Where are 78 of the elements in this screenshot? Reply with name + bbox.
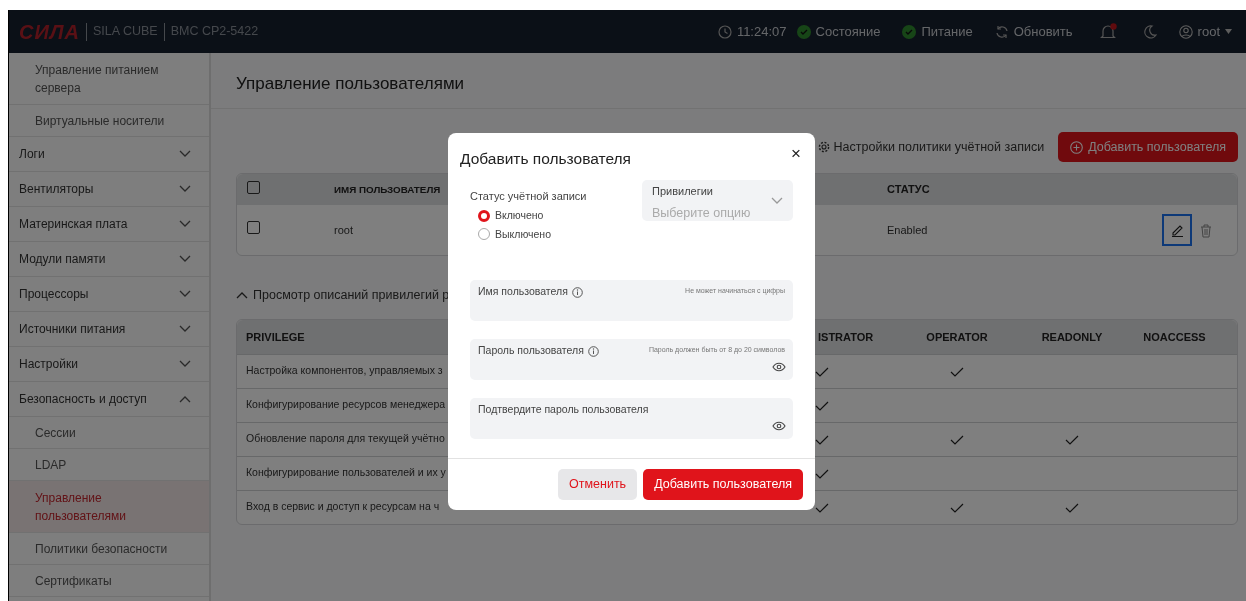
radio-option[interactable]: Включено xyxy=(478,207,587,224)
sidebar-label: Материнская плата xyxy=(19,216,128,233)
chevron-down-icon xyxy=(771,197,783,206)
column-header: ISTRATOR xyxy=(817,329,875,345)
sidebar-group[interactable]: Модули памяти xyxy=(9,242,209,277)
refresh-button[interactable]: Обновить xyxy=(994,21,1073,42)
sidebar-label: Процессоры xyxy=(19,286,89,303)
sidebar-label: Вентиляторы xyxy=(19,181,94,198)
password-field[interactable]: Подтвердите пароль пользователя xyxy=(470,398,793,440)
table-cell: Вход в сервис и доступ к ресурсам на ч xyxy=(246,500,440,513)
add-user-button[interactable]: Добавить пользователя xyxy=(1058,131,1238,163)
sidebar-label: Логи xyxy=(19,146,45,163)
table-cell: Конфигурирование ресурсов менеджера xyxy=(246,398,446,411)
trash-icon xyxy=(1200,223,1212,238)
sidebar-item[interactable]: Сессии xyxy=(9,417,209,449)
column-header: OPERATOR xyxy=(925,329,989,345)
eye-icon[interactable] xyxy=(772,362,786,373)
submit-button[interactable]: Добавить пользователя xyxy=(643,469,803,500)
sidebar-label: Модули памяти xyxy=(19,251,106,268)
sidebar-item[interactable]: Управление питанием сервера xyxy=(9,53,209,105)
gear-icon xyxy=(817,141,830,153)
sidebar-group[interactable]: Настройки xyxy=(9,347,209,382)
sidebar-group[interactable]: Безопасность и доступ xyxy=(9,382,209,417)
refresh-icon xyxy=(994,24,1009,39)
caret-icon xyxy=(1225,29,1232,34)
sidebar-label: Источники питания xyxy=(19,321,126,338)
column-header: СТАТУС xyxy=(887,183,930,196)
status-label: Состояние xyxy=(815,22,881,41)
table-cell: root xyxy=(334,223,353,236)
table-cell: Обновление пароля для текущей учётно xyxy=(246,432,445,445)
cancel-button[interactable]: Отменить xyxy=(558,469,638,500)
bell-icon[interactable] xyxy=(1098,22,1117,41)
user-menu[interactable]: root xyxy=(1178,21,1232,42)
column-header: ИМЯ ПОЛЬЗОВАТЕЛЯ xyxy=(334,184,441,196)
column-header: NOACCESS xyxy=(1142,329,1207,345)
placeholder-text: Выберите опцию xyxy=(652,205,751,220)
sidebar-item[interactable]: Управление пользователями xyxy=(9,481,209,533)
sidebar-group[interactable]: Процессоры xyxy=(9,277,209,312)
status-label: Питание xyxy=(921,22,973,41)
sidebar-group[interactable]: Вентиляторы xyxy=(9,172,209,207)
row-checkbox[interactable] xyxy=(247,221,260,235)
product-name: SILA CUBE xyxy=(93,23,158,41)
policy-settings-link[interactable]: Настройки политики учётной записи xyxy=(817,137,1045,157)
model-name: BMC CP2-5422 xyxy=(170,23,259,41)
sidebar-item[interactable]: Виртуальные носители xyxy=(9,105,209,137)
user-icon xyxy=(1178,24,1193,39)
clock-time: 11:24:07 xyxy=(736,22,787,41)
page-title: Управление пользователями xyxy=(211,53,1246,109)
dialog-title: Добавить пользователя xyxy=(460,149,631,169)
sidebar-group[interactable]: Материнская плата xyxy=(9,207,209,242)
field-label: Пароль пользователя xyxy=(478,343,584,359)
table-cell: Конфигурирование пользователей и их у xyxy=(246,466,446,479)
sidebar-group[interactable]: Логи xyxy=(9,137,209,172)
field-label: Привилегии xyxy=(652,184,714,200)
pencil-icon xyxy=(1170,223,1184,237)
sidebar-label: Безопасность и доступ xyxy=(19,391,147,408)
select-all-checkbox[interactable] xyxy=(247,180,260,194)
plus-circle-icon xyxy=(1070,140,1084,154)
column-header: READONLY xyxy=(1040,329,1104,345)
table-cell: Настройка компонентов, управляемых з xyxy=(246,364,443,377)
sidebar-label: Настройки xyxy=(19,356,78,373)
field-label: Имя пользователя xyxy=(478,284,568,300)
logo: СИЛА xyxy=(19,19,80,45)
clock-icon xyxy=(717,24,732,39)
field-label: Подтвердите пароль пользователя xyxy=(478,402,649,418)
privileges-select[interactable]: Привилегии Выберите опцию xyxy=(642,180,793,222)
chevron-up-icon xyxy=(236,291,248,300)
sidebar-group[interactable]: Источники питания xyxy=(9,312,209,347)
moon-icon[interactable] xyxy=(1142,24,1157,39)
column-header: PRIVILEGE xyxy=(245,329,306,345)
edit-button[interactable] xyxy=(1162,214,1192,246)
close-button[interactable]: × xyxy=(789,145,803,162)
sidebar-item[interactable]: Сертификаты xyxy=(9,565,209,597)
radio-option[interactable]: Выключено xyxy=(478,226,587,243)
field-label: Статус учётной записи xyxy=(470,189,587,205)
eye-icon[interactable] xyxy=(772,421,786,432)
table-cell: Enabled xyxy=(887,223,928,236)
sidebar-item[interactable]: Политики безопасности xyxy=(9,533,209,565)
